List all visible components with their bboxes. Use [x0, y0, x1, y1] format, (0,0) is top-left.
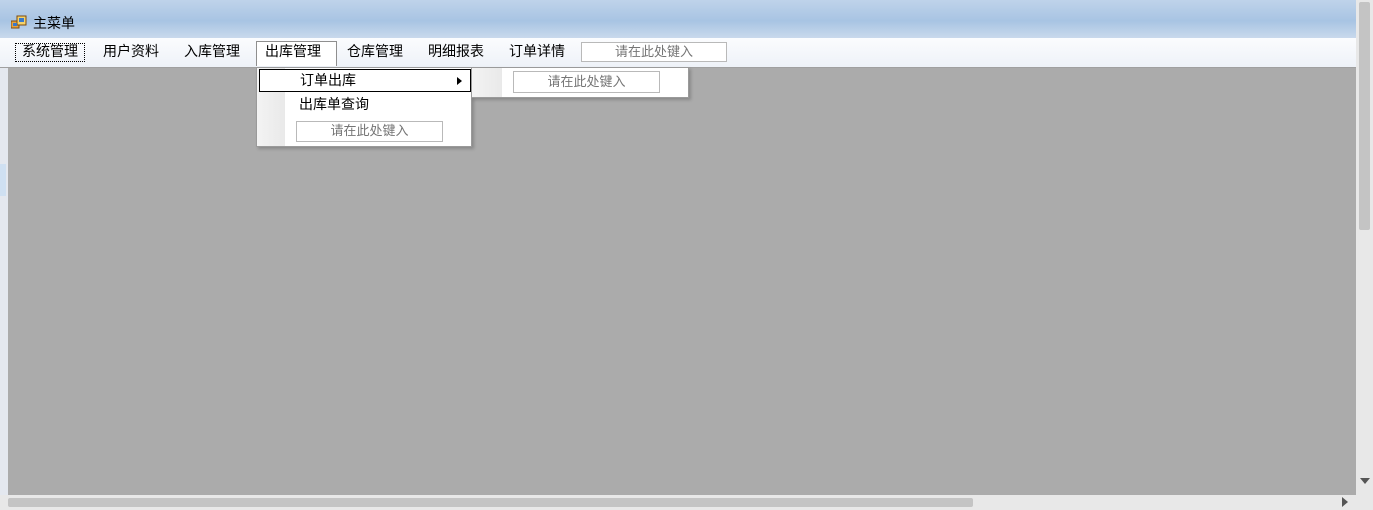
outbound-dropdown-menu: 订单出库 出库单查询 — [256, 67, 472, 147]
window-title: 主菜单 — [33, 16, 75, 32]
dropdown-type-here-input[interactable] — [296, 121, 443, 142]
strip-mark — [0, 164, 6, 196]
vertical-scrollbar[interactable] — [1356, 0, 1373, 495]
horizontal-scroll-thumb[interactable] — [8, 498, 973, 507]
app-window-icon — [11, 15, 27, 29]
menubar-type-here-input[interactable] — [581, 42, 727, 62]
dropdown-item-label: 订单出库 — [300, 73, 356, 89]
horizontal-scrollbar[interactable] — [0, 495, 1373, 510]
menu-warehouse-management[interactable]: 仓库管理 — [339, 42, 411, 63]
menu-system-management[interactable]: 系统管理 — [14, 42, 86, 63]
menu-inbound-management[interactable]: 入库管理 — [176, 42, 248, 63]
order-outbound-submenu — [471, 67, 689, 98]
menu-detail-report[interactable]: 明细报表 — [420, 42, 492, 63]
dropdown-item-outbound-query[interactable]: 出库单查询 — [259, 94, 471, 117]
menu-bar: 系统管理 用户资料 入库管理 出库管理 仓库管理 明细报表 订单详情 — [0, 38, 1356, 68]
vertical-scroll-thumb[interactable] — [1359, 2, 1370, 230]
scroll-down-arrow-icon[interactable] — [1360, 478, 1370, 484]
submenu-type-here-input[interactable] — [513, 71, 660, 93]
mdi-left-strip — [0, 68, 8, 495]
submenu-arrow-icon — [457, 77, 462, 85]
title-bar: 主菜单 — [0, 0, 1356, 38]
menu-order-details[interactable]: 订单详情 — [501, 42, 573, 63]
scroll-right-arrow-icon[interactable] — [1342, 497, 1348, 507]
dropdown-item-order-outbound[interactable]: 订单出库 — [259, 69, 471, 92]
submenu-gutter — [472, 68, 502, 97]
menu-user-profile[interactable]: 用户资料 — [95, 42, 167, 63]
menu-outbound-management[interactable]: 出库管理 — [256, 41, 337, 66]
